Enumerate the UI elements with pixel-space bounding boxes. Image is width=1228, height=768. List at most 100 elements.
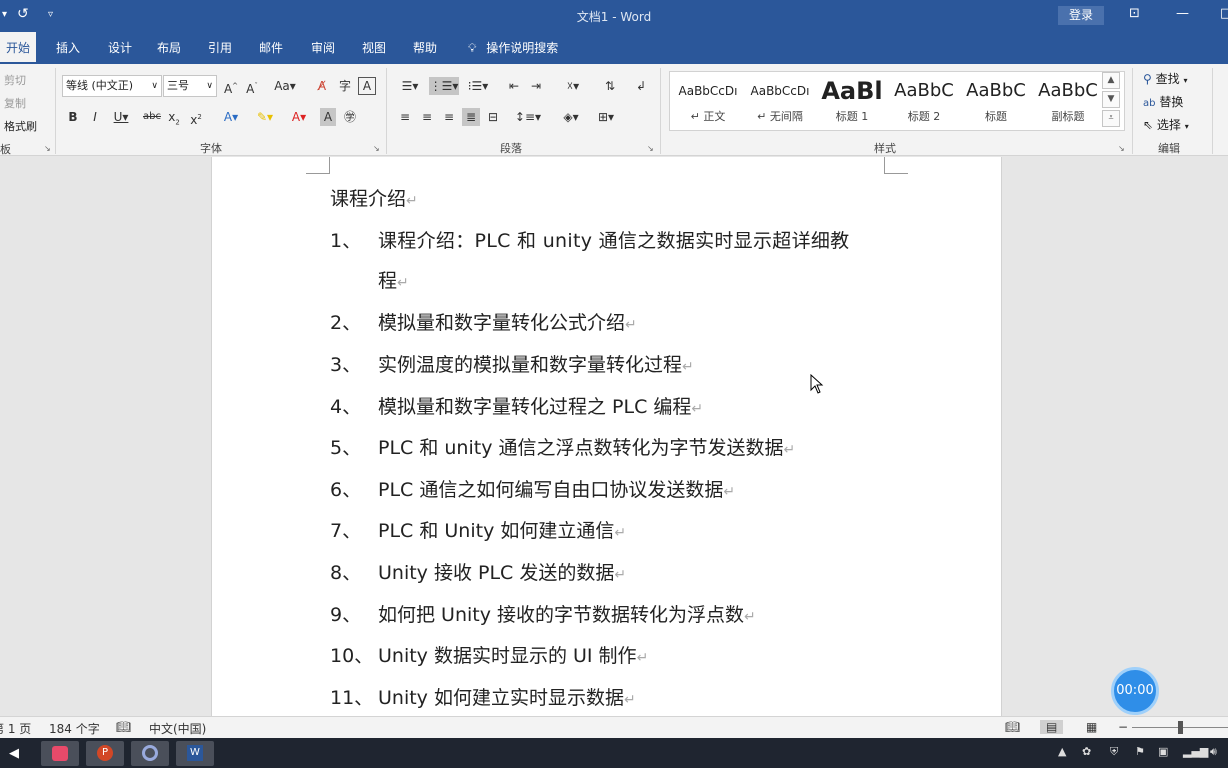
- find-button[interactable]: ⚲ 查找 ▾: [1143, 70, 1187, 87]
- list-item-text[interactable]: PLC 通信之如何编写自由口协议发送数据↵: [378, 475, 735, 502]
- list-item[interactable]: 7、: [330, 516, 361, 543]
- enclose-char-icon[interactable]: ㊫: [341, 108, 359, 126]
- replace-button[interactable]: ab 替换: [1143, 93, 1183, 110]
- list-item-text[interactable]: PLC 和 unity 通信之浮点数转化为字节发送数据↵: [378, 433, 795, 460]
- list-item[interactable]: 11、: [330, 683, 373, 710]
- minimize-icon[interactable]: —: [1176, 6, 1189, 21]
- style-normal[interactable]: AaBbCcDı ↵ 正文: [672, 72, 744, 130]
- styles-launcher-icon[interactable]: ↘: [1118, 144, 1125, 153]
- decrease-indent-icon[interactable]: ⇤: [505, 77, 523, 95]
- tray-device-icon[interactable]: ▣: [1158, 745, 1168, 758]
- page-count[interactable]: 第 1 页: [0, 720, 31, 737]
- style-title[interactable]: AaBbC 标题: [960, 72, 1032, 130]
- list-item[interactable]: 6、: [330, 475, 361, 502]
- tray-flag-icon[interactable]: ⚑: [1135, 745, 1145, 758]
- tab-design[interactable]: 设计: [105, 32, 135, 64]
- phonetic-guide-icon[interactable]: 字: [336, 77, 354, 95]
- increase-indent-icon[interactable]: ⇥: [527, 77, 545, 95]
- cut-button[interactable]: 剪切: [4, 72, 26, 88]
- ribbon-display-icon[interactable]: ⊡: [1129, 6, 1140, 21]
- sort-icon[interactable]: ⇅: [601, 77, 619, 95]
- list-item-text[interactable]: 模拟量和数字量转化过程之 PLC 编程↵: [378, 392, 703, 419]
- list-item-text[interactable]: Unity 接收 PLC 发送的数据↵: [378, 558, 626, 585]
- style-heading-2[interactable]: AaBbC 标题 2: [888, 72, 960, 130]
- align-left-icon[interactable]: ≡: [396, 108, 414, 126]
- superscript-icon[interactable]: x2: [188, 108, 204, 127]
- numbering-icon[interactable]: ⋮☰▾: [429, 77, 459, 95]
- line-spacing-icon[interactable]: ↕≡▾: [514, 108, 542, 126]
- strikethrough-icon[interactable]: abc: [142, 108, 162, 126]
- powerpoint-icon[interactable]: P: [86, 741, 124, 766]
- font-name-box[interactable]: 等线 (中文正) ∨: [62, 75, 162, 97]
- highlight-icon[interactable]: ✎▾: [251, 108, 279, 126]
- list-item-text[interactable]: Unity 数据实时显示的 UI 制作↵: [378, 641, 648, 668]
- style-no-spacing[interactable]: AaBbCcDı ↵ 无间隔: [744, 72, 816, 130]
- zoom-slider-thumb[interactable]: [1178, 721, 1183, 734]
- tray-app-icon[interactable]: ✿: [1082, 745, 1091, 758]
- tab-insert[interactable]: 插入: [53, 32, 83, 64]
- tab-help[interactable]: 帮助: [410, 32, 440, 64]
- font-size-box[interactable]: 三号 ∨: [163, 75, 217, 97]
- list-item-text-cont[interactable]: 程↵: [378, 266, 409, 293]
- underline-icon[interactable]: U▾: [110, 108, 132, 126]
- list-item[interactable]: 2、: [330, 308, 361, 335]
- subscript-icon[interactable]: x2: [166, 108, 182, 126]
- borders-icon[interactable]: ⊞▾: [591, 108, 621, 126]
- taskbar-app-icon[interactable]: [41, 741, 79, 766]
- list-item[interactable]: 3、: [330, 350, 361, 377]
- list-item[interactable]: 4、: [330, 392, 361, 419]
- show-marks-icon[interactable]: ↲: [633, 77, 649, 95]
- chinese-layout-icon[interactable]: ☓▾: [559, 77, 587, 95]
- align-center-icon[interactable]: ≡: [418, 108, 436, 126]
- browser-icon[interactable]: [131, 741, 169, 766]
- clear-format-icon[interactable]: A̸: [314, 77, 330, 95]
- word-count[interactable]: 184 个字: [49, 720, 100, 737]
- web-layout-icon[interactable]: ▦: [1086, 720, 1097, 734]
- styles-more-icon[interactable]: ⩡: [1102, 110, 1120, 127]
- list-item[interactable]: 1、: [330, 226, 361, 253]
- security-icon[interactable]: ⛨: [1110, 745, 1118, 759]
- recording-timer[interactable]: 00:00: [1111, 667, 1159, 715]
- login-button[interactable]: 登录: [1058, 6, 1104, 25]
- shrink-font-icon[interactable]: Aˇ: [243, 77, 261, 96]
- change-case-icon[interactable]: Aa▾: [272, 77, 298, 95]
- list-item[interactable]: 5、: [330, 433, 361, 460]
- chevron-down-icon[interactable]: ∨: [206, 76, 213, 96]
- font-launcher-icon[interactable]: ↘: [373, 144, 380, 153]
- word-icon[interactable]: W: [176, 741, 214, 766]
- read-mode-icon[interactable]: 📖︎: [1005, 720, 1020, 734]
- zoom-out-icon[interactable]: −: [1118, 720, 1128, 734]
- chevron-down-icon[interactable]: ∨: [151, 76, 158, 96]
- style-subtitle[interactable]: AaBbC 副标题: [1032, 72, 1104, 130]
- start-icon[interactable]: ◀: [2, 741, 26, 766]
- list-item-text[interactable]: Unity 如何建立实时显示数据↵: [378, 683, 636, 710]
- tray-expand-icon[interactable]: ▲: [1058, 745, 1066, 758]
- styles-scroll-up-icon[interactable]: ▲: [1102, 72, 1120, 89]
- maximize-icon[interactable]: □: [1220, 6, 1228, 21]
- tab-view[interactable]: 视图: [359, 32, 389, 64]
- copy-button[interactable]: 复制: [4, 95, 26, 111]
- bold-icon[interactable]: B: [66, 108, 80, 126]
- list-item[interactable]: 8、: [330, 558, 361, 585]
- justify-icon[interactable]: ≣: [462, 108, 480, 126]
- list-item-text[interactable]: 模拟量和数字量转化公式介绍↵: [378, 308, 637, 335]
- volume-icon[interactable]: 🔊︎: [1210, 745, 1217, 759]
- list-item[interactable]: 10、: [330, 641, 373, 668]
- italic-icon[interactable]: I: [88, 108, 102, 126]
- doc-heading[interactable]: 课程介绍↵: [330, 184, 418, 211]
- list-item-text[interactable]: 如何把 Unity 接收的字节数据转化为浮点数↵: [378, 600, 756, 627]
- distributed-icon[interactable]: ⊟: [484, 108, 502, 126]
- list-item-text[interactable]: 课程介绍：PLC 和 unity 通信之数据实时显示超详细教: [378, 226, 850, 253]
- text-effects-icon[interactable]: A▾: [218, 108, 244, 126]
- tab-layout[interactable]: 布局: [154, 32, 184, 64]
- styles-scroll-down-icon[interactable]: ▼: [1102, 91, 1120, 108]
- bullets-icon[interactable]: ☰▾: [396, 77, 424, 95]
- format-painter-button[interactable]: 格式刷: [4, 118, 37, 134]
- select-button[interactable]: ⇖ 选择 ▾: [1143, 116, 1189, 133]
- tab-references[interactable]: 引用: [205, 32, 235, 64]
- proofing-icon[interactable]: 📖︎: [116, 720, 131, 734]
- network-icon[interactable]: ▂▄▆: [1183, 745, 1208, 758]
- style-heading-1[interactable]: AaBl 标题 1: [816, 72, 888, 130]
- font-color-icon[interactable]: A▾: [285, 108, 313, 126]
- char-shading-icon[interactable]: A: [320, 108, 336, 126]
